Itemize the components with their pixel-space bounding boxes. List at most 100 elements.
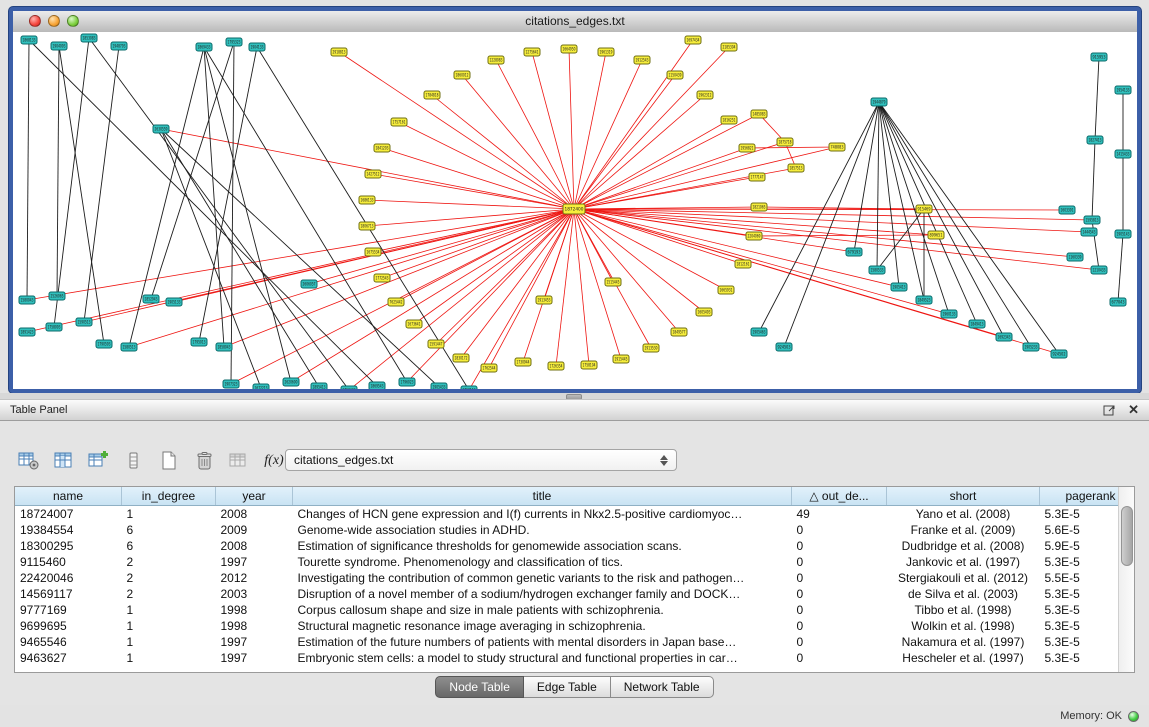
graph-edge[interactable] (879, 102, 949, 314)
graph-edge[interactable] (373, 174, 574, 209)
graph-node[interactable]: 1784818 (424, 91, 440, 99)
graph-node[interactable]: 1812161 (735, 260, 751, 268)
graph-node[interactable]: 1905143 (1115, 230, 1131, 238)
graph-edge[interactable] (879, 102, 924, 300)
graph-edge[interactable] (556, 209, 574, 366)
graph-node[interactable]: 1672213 (253, 384, 269, 389)
table-selector-dropdown[interactable]: citations_edges.txt (285, 449, 677, 471)
graph-edge[interactable] (382, 148, 574, 209)
cell-in_degree[interactable]: 6 (122, 538, 216, 554)
graph-edge[interactable] (151, 42, 234, 299)
graph-edge[interactable] (879, 102, 1004, 337)
cell-short[interactable]: Nakamura et al. (1997) (887, 634, 1040, 650)
graph-edge[interactable] (199, 47, 257, 342)
graph-node[interactable]: 1891423 (19, 328, 35, 336)
cell-in_degree[interactable]: 1 (122, 602, 216, 618)
graph-node[interactable]: 1821065 (751, 203, 767, 211)
graph-edge[interactable] (574, 209, 1075, 257)
graph-node[interactable]: 7625442 (388, 298, 404, 306)
graph-node[interactable]: 1664950 (561, 45, 577, 53)
cell-year[interactable]: 1997 (216, 554, 293, 570)
graph-edge[interactable] (759, 102, 879, 332)
cell-in_degree[interactable]: 1 (122, 506, 216, 523)
import-table-icon[interactable] (86, 448, 112, 474)
graph-node[interactable]: 1160339 (1067, 253, 1083, 261)
graph-node[interactable]: 1905433 (431, 383, 447, 389)
graph-node[interactable]: 2526065 (49, 292, 65, 300)
cell-out_degree[interactable]: 0 (792, 554, 887, 570)
graph-node[interactable]: 1956821 (739, 144, 755, 152)
cell-name[interactable]: 14569117 (15, 586, 122, 602)
cell-short[interactable]: Wolkin et al. (1998) (887, 618, 1040, 634)
graph-node[interactable]: 1849413 (969, 320, 985, 328)
graph-node[interactable]: 1772543 (374, 274, 390, 282)
cell-in_degree[interactable]: 2 (122, 586, 216, 602)
tab-node-table[interactable]: Node Table (435, 676, 524, 698)
graph-edge[interactable] (27, 209, 574, 300)
cell-in_degree[interactable]: 1 (122, 650, 216, 666)
graph-node[interactable]: 1905133 (166, 298, 182, 306)
cell-out_degree[interactable]: 0 (792, 618, 887, 634)
graph-node[interactable]: 1595813 (1084, 216, 1100, 224)
graph-edge[interactable] (879, 102, 1059, 354)
graph-node[interactable]: 1962312 (697, 91, 713, 99)
graph-node[interactable]: 1673641 (406, 320, 422, 328)
graph-edge[interactable] (877, 209, 924, 270)
cell-short[interactable]: Jankovic et al. (1997) (887, 554, 1040, 570)
graph-edge[interactable] (574, 209, 1059, 354)
graph-node[interactable]: 2204069 (746, 232, 762, 240)
graph-node[interactable]: 1853083 (81, 34, 97, 42)
cell-name[interactable]: 19384554 (15, 522, 122, 538)
graph-node[interactable]: 1795013 (191, 338, 207, 346)
graph-node[interactable]: 1905413 (891, 283, 907, 291)
table-row[interactable]: 969969511998Structural magnetic resonanc… (15, 618, 1135, 634)
cell-title[interactable]: Structural magnetic resonance image aver… (293, 618, 792, 634)
graph-node[interactable]: 915953 (1091, 53, 1107, 61)
graph-edge[interactable] (854, 102, 879, 252)
graph-node[interactable]: 1830172 (453, 354, 469, 362)
cell-year[interactable]: 1997 (216, 650, 293, 666)
graph-edge[interactable] (84, 46, 119, 322)
graph-node[interactable]: 1869543 (369, 382, 385, 389)
graph-node[interactable]: 1603391 (1059, 206, 1075, 214)
cell-short[interactable]: Dudbridge et al. (2008) (887, 538, 1040, 554)
table-row[interactable]: 1938455462009Genome-wide association stu… (15, 522, 1135, 538)
graph-edge[interactable] (574, 209, 1067, 210)
cell-name[interactable]: 9115460 (15, 554, 122, 570)
graph-node[interactable]: 1905233 (1023, 343, 1039, 351)
graph-node[interactable]: 1849523 (916, 296, 932, 304)
graph-edge[interactable] (574, 60, 642, 209)
graph-node[interactable]: 1913453 (536, 296, 552, 304)
graph-edge[interactable] (574, 209, 949, 314)
cell-name[interactable]: 9699695 (15, 618, 122, 634)
graph-node[interactable]: 1675534 (365, 248, 381, 256)
cell-title[interactable]: Tourette syndrome. Phenomenology and cla… (293, 554, 792, 570)
graph-node[interactable]: 899651 (928, 231, 944, 239)
delete-table-icon[interactable] (191, 448, 217, 474)
cell-name[interactable]: 9463627 (15, 650, 122, 666)
graph-node[interactable]: 1515445 (605, 278, 621, 286)
column-header-out_degree[interactable]: △ out_de... (792, 487, 887, 506)
graph-node[interactable]: 1806713 (359, 222, 375, 230)
graph-node[interactable]: 1875718 (777, 138, 793, 146)
graph-node[interactable]: 679193 (846, 248, 862, 256)
graph-node[interactable]: 1580043 (19, 296, 35, 304)
cell-out_degree[interactable]: 0 (792, 650, 887, 666)
graph-node[interactable]: 1912543 (634, 56, 650, 64)
float-panel-icon[interactable] (1103, 404, 1116, 416)
cell-year[interactable]: 1998 (216, 602, 293, 618)
cell-short[interactable]: Franke et al. (2009) (887, 522, 1040, 538)
graph-node[interactable]: 1849577 (671, 328, 687, 336)
graph-node[interactable]: 1686133 (359, 196, 375, 204)
cell-out_degree[interactable]: 0 (792, 538, 887, 554)
cell-year[interactable]: 2008 (216, 538, 293, 554)
graph-node[interactable]: 2606057 (301, 280, 317, 288)
graph-edge[interactable] (89, 38, 349, 389)
graph-node[interactable]: 924503 (776, 343, 792, 351)
cell-short[interactable]: Tibbo et al. (1998) (887, 602, 1040, 618)
graph-node[interactable]: 1444543 (1081, 228, 1097, 236)
graph-node[interactable]: 748083 (829, 143, 845, 151)
column-header-name[interactable]: name (15, 487, 122, 506)
graph-node[interactable]: 1960133 (941, 310, 957, 318)
table-settings-icon[interactable] (16, 448, 42, 474)
